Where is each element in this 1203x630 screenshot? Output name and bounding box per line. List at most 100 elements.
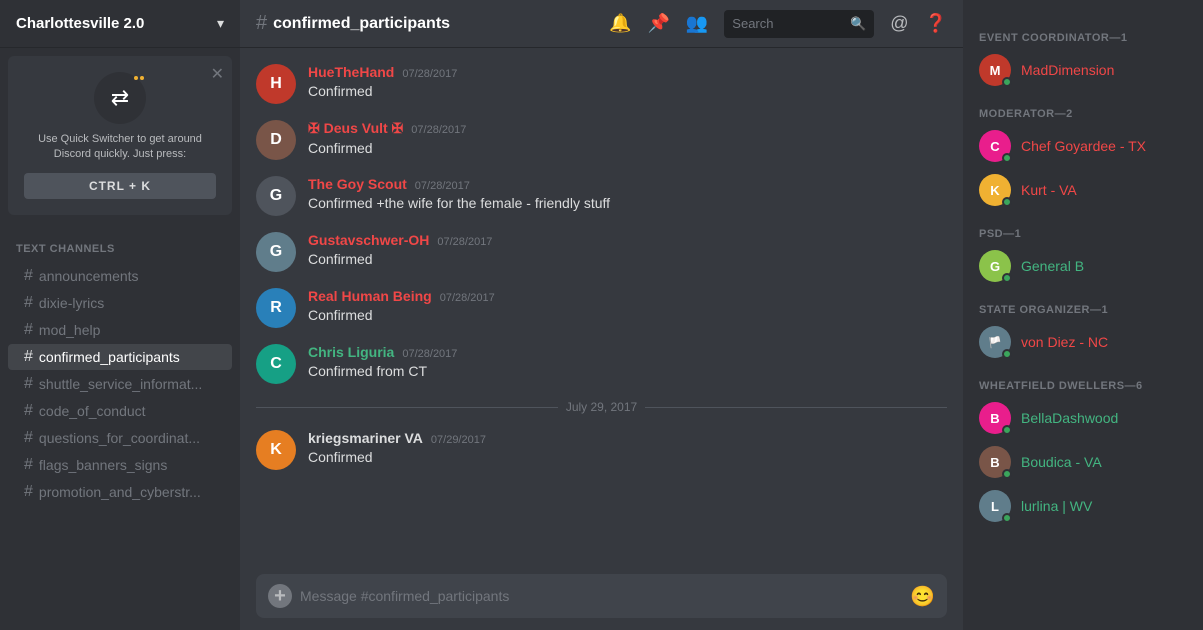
message-input-box: + 😊 [256,574,947,618]
hash-icon: # [24,375,33,393]
message-timestamp: 07/28/2017 [402,68,457,80]
quick-switcher-icon: ⇄ [94,72,146,124]
avatar: G [256,176,296,216]
sidebar-item-confirmed-participants[interactable]: # confirmed_participants [8,344,232,370]
message-input-area: + 😊 [240,562,963,630]
list-item[interactable]: B BellaDashwood [971,396,1195,440]
member-category-event-coordinator: EVENT COORDINATOR—1 [971,16,1195,48]
close-icon[interactable]: ✕ [211,64,224,84]
channel-name-dixie-lyrics: dixie-lyrics [39,295,104,311]
online-status [1002,197,1012,207]
list-item[interactable]: M MadDimension [971,48,1195,92]
avatar: H [256,64,296,104]
date-divider-text: July 29, 2017 [566,400,637,414]
avatar: K [256,430,296,470]
message-author: The Goy Scout [308,176,407,192]
avatar: G [979,250,1011,282]
member-name: Kurt - VA [1021,182,1077,198]
hash-icon: # [24,429,33,447]
message-author: Real Human Being [308,288,432,304]
list-item[interactable]: C Chef Goyardee - TX [971,124,1195,168]
help-icon[interactable]: ❓ [925,13,947,34]
sidebar-item-promotion[interactable]: # promotion_and_cyberstr... [8,479,232,505]
message-content: ✠ Deus Vult ✠ 07/28/2017 Confirmed [308,120,947,159]
table-row: G Gustavschwer-OH 07/28/2017 Confirmed [256,232,947,272]
message-timestamp: 07/28/2017 [402,348,457,360]
sidebar-item-flags[interactable]: # flags_banners_signs [8,452,232,478]
members-sidebar: EVENT COORDINATOR—1 M MadDimension MODER… [963,0,1203,630]
main-content: # confirmed_participants 🔔 📌 👥 🔍 @ ❓ H H… [240,0,963,630]
top-bar-icons: 🔔 📌 👥 🔍 @ ❓ [609,10,947,38]
list-item[interactable]: 🏳️ von Diez - NC [971,320,1195,364]
search-bar[interactable]: 🔍 [724,10,874,38]
member-name: General B [1021,258,1084,274]
avatar: C [979,130,1011,162]
channel-name-questions: questions_for_coordinat... [39,430,200,446]
message-text: Confirmed [308,448,947,468]
channel-name-flags: flags_banners_signs [39,457,167,473]
channel-title: # confirmed_participants [256,12,450,35]
list-item[interactable]: L lurlina | WV [971,484,1195,528]
message-timestamp: 07/29/2017 [431,434,486,446]
member-category-state-organizer: STATE ORGANIZER—1 [971,288,1195,320]
avatar: R [256,288,296,328]
hash-icon: # [24,483,33,501]
pin-icon[interactable]: 📌 [647,13,669,34]
table-row: D ✠ Deus Vult ✠ 07/28/2017 Confirmed [256,120,947,160]
message-text: Confirmed [308,139,947,159]
message-text: Confirmed +the wife for the female - fri… [308,194,947,214]
sidebar-item-code-of-conduct[interactable]: # code_of_conduct [8,398,232,424]
avatar: B [979,402,1011,434]
server-header[interactable]: Charlottesville 2.0 ▾ [0,0,240,48]
quick-switcher-shortcut: CTRL + K [24,173,216,199]
avatar: G [256,232,296,272]
avatar: D [256,120,296,160]
attach-button[interactable]: + [268,584,292,608]
member-name: MadDimension [1021,62,1114,78]
message-timestamp: 07/28/2017 [437,236,492,248]
avatar: 🏳️ [979,326,1011,358]
channel-name-code-of-conduct: code_of_conduct [39,403,146,419]
list-item[interactable]: B Boudica - VA [971,440,1195,484]
message-content: Chris Liguria 07/28/2017 Confirmed from … [308,344,947,382]
message-input[interactable] [300,588,902,604]
channel-name-mod-help: mod_help [39,322,101,338]
hash-icon: # [24,348,33,366]
sidebar-item-announcements[interactable]: # announcements [8,263,232,289]
search-icon: 🔍 [850,16,866,32]
message-content: kriegsmariner VA 07/29/2017 Confirmed [308,430,947,468]
member-category-wheatfield: WHEATFIELD DWELLERS—6 [971,364,1195,396]
sidebar-item-mod-help[interactable]: # mod_help [8,317,232,343]
online-status [1002,153,1012,163]
online-status [1002,469,1012,479]
channel-name-announcements: announcements [39,268,139,284]
channel-title-text: confirmed_participants [273,15,450,33]
list-item[interactable]: K Kurt - VA [971,168,1195,212]
quick-switcher-text: Use Quick Switcher to get around Discord… [24,132,216,163]
member-name: Chef Goyardee - TX [1021,138,1146,154]
hash-icon: # [24,294,33,312]
at-icon[interactable]: @ [890,13,908,34]
avatar: M [979,54,1011,86]
members-icon[interactable]: 👥 [686,13,708,34]
list-item[interactable]: G General B [971,244,1195,288]
table-row: R Real Human Being 07/28/2017 Confirmed [256,288,947,328]
member-name: Boudica - VA [1021,454,1102,470]
sidebar-item-dixie-lyrics[interactable]: # dixie-lyrics [8,290,232,316]
message-timestamp: 07/28/2017 [415,180,470,192]
channel-hash-icon: # [256,12,267,35]
avatar: L [979,490,1011,522]
emoji-icon[interactable]: 😊 [910,584,935,609]
sidebar-item-shuttle[interactable]: # shuttle_service_informat... [8,371,232,397]
server-name: Charlottesville 2.0 [16,15,144,32]
hash-icon: # [24,267,33,285]
online-status [1002,513,1012,523]
quick-switcher-popup: ✕ ⇄ Use Quick Switcher to get around Dis… [8,56,232,215]
sidebar-item-questions[interactable]: # questions_for_coordinat... [8,425,232,451]
bell-icon[interactable]: 🔔 [609,13,631,34]
channel-name-confirmed-participants: confirmed_participants [39,349,180,365]
message-author: kriegsmariner VA [308,430,423,446]
message-text: Confirmed [308,82,947,102]
message-timestamp: 07/28/2017 [411,124,466,136]
search-input[interactable] [732,16,844,31]
